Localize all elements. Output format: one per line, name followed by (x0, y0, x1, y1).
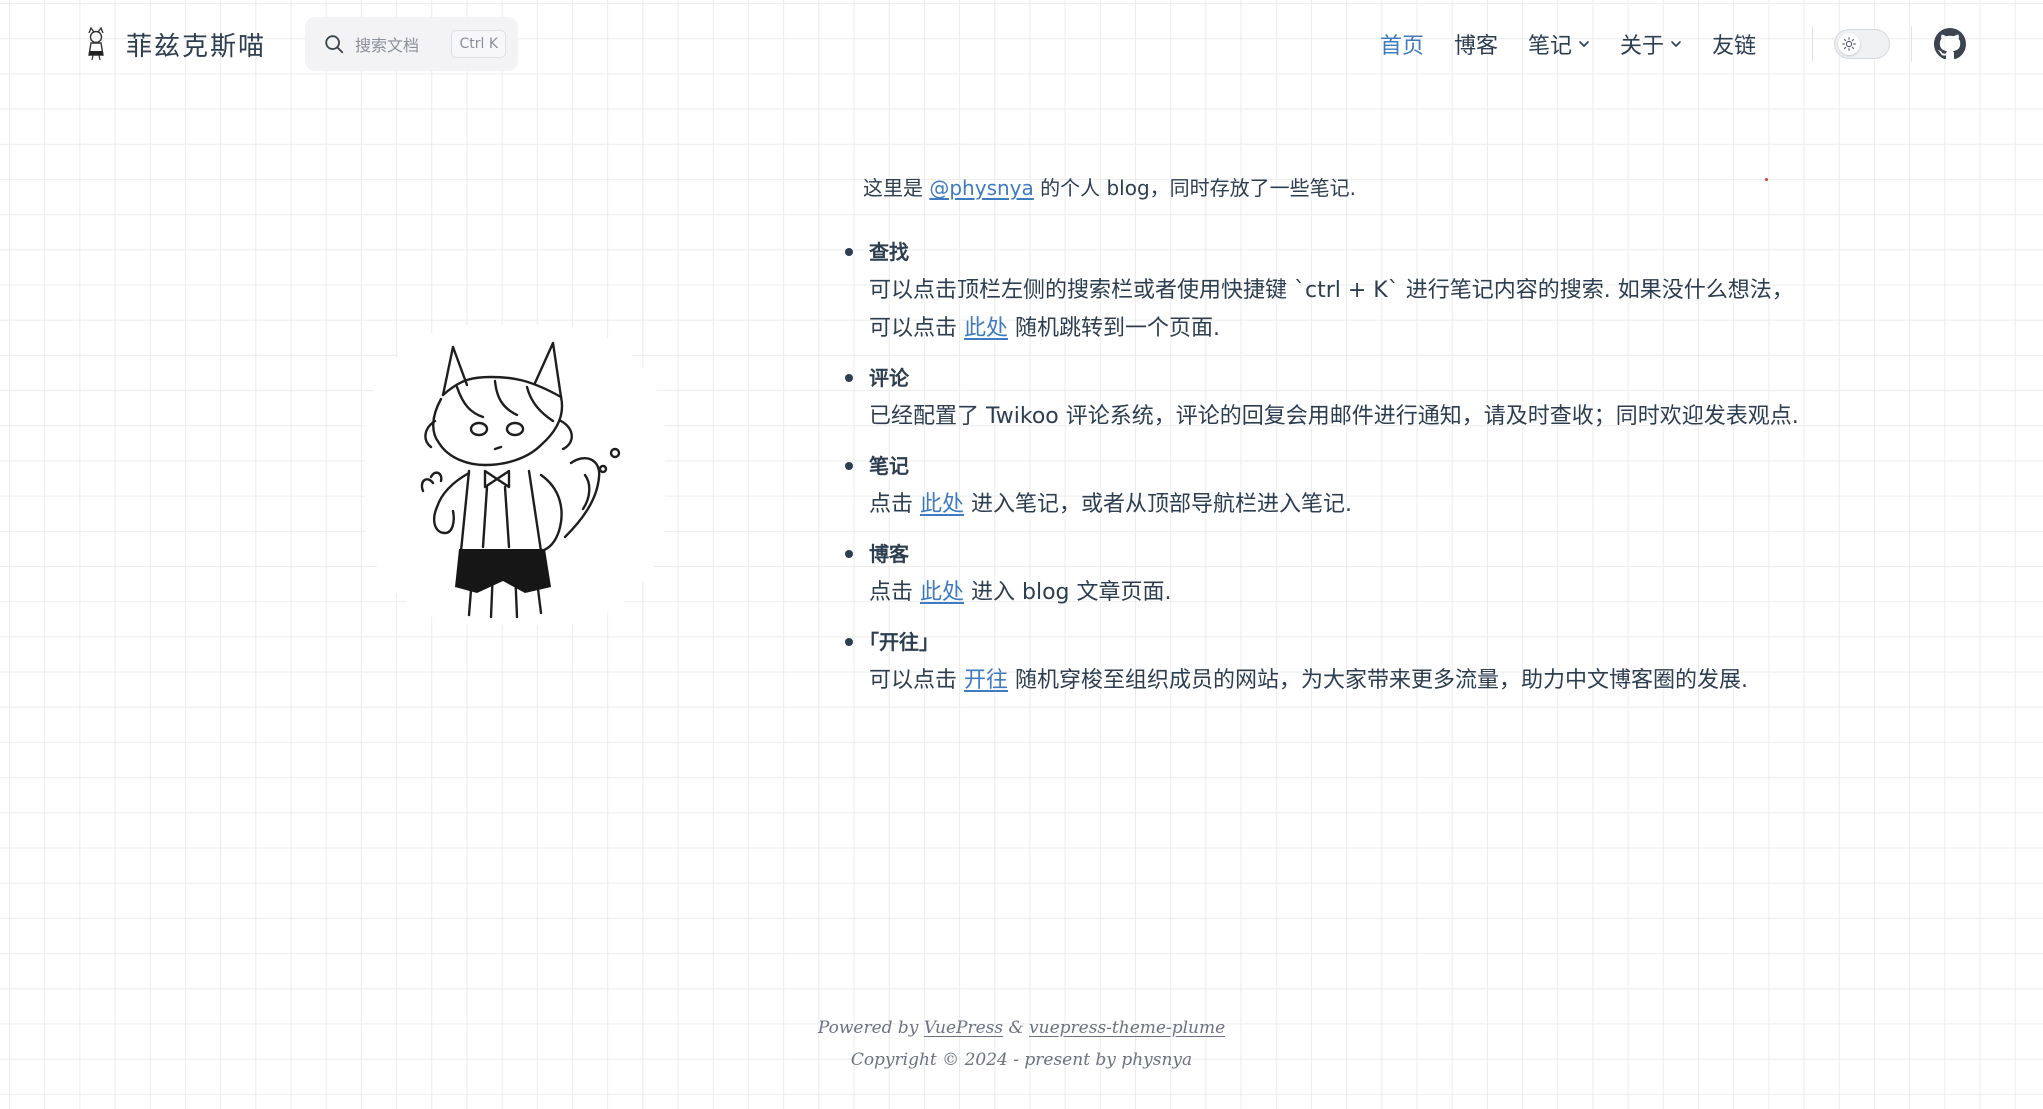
search-button[interactable]: 搜索文档 Ctrl K (305, 17, 518, 71)
feature-item-travellings: ｢开往｣ 可以点击 开往 随机穿梭至组织成员的网站，为大家带来更多流量，助力中文… (837, 622, 1797, 700)
feature-description: 点击 此处 进入笔记，或者从顶部导航栏进入笔记. (869, 486, 1799, 524)
vuepress-link[interactable]: VuePress (924, 1018, 1003, 1038)
nav-divider (1812, 26, 1813, 62)
decorative-dot (1765, 178, 1768, 181)
nav-item-home[interactable]: 首页 (1380, 28, 1424, 60)
nav-item-blog-label: 博客 (1454, 34, 1499, 59)
nav-item-notes-label: 笔记 (1528, 34, 1573, 59)
footer-powered-prefix: Powered by (817, 1018, 924, 1038)
github-link[interactable] (1934, 28, 1966, 60)
theme-toggle-switch[interactable] (1834, 29, 1890, 59)
site-footer: Powered by VuePress & vuepress-theme-plu… (0, 1012, 2043, 1076)
feature-text: 进入笔记，或者从顶部导航栏进入笔记. (964, 492, 1353, 517)
search-icon (325, 35, 344, 54)
nav-item-friends[interactable]: 友链 (1712, 28, 1756, 60)
bullet-dot (845, 462, 853, 470)
feature-list: 查找 可以点击顶栏左侧的搜索栏或者使用快捷键 `ctrl + K` 进行笔记内容… (837, 232, 1799, 700)
hero-avatar (365, 325, 665, 625)
toggle-knob (1838, 33, 1860, 55)
feature-text: 随机跳转到一个页面. (1008, 316, 1221, 341)
chevron-down-icon (1579, 41, 1589, 47)
feature-title: 博客 (869, 542, 909, 566)
nav-divider (1911, 26, 1912, 62)
feature-text: 点击 (869, 492, 920, 517)
bullet-dot (845, 248, 853, 256)
site-brand-link[interactable]: 菲兹克斯喵 (84, 22, 266, 66)
bullet-dot (845, 550, 853, 558)
intro-paragraph: 这里是 @physnya 的个人 blog，同时存放了一些笔记. (863, 164, 1797, 212)
intro-prefix: 这里是 (863, 176, 930, 200)
main-nav: 首页 博客 笔记 关于 友链 (1380, 22, 1786, 66)
feature-text: 可以点击 (869, 668, 964, 693)
feature-description: 可以点击 开往 随机穿梭至组织成员的网站，为大家带来更多流量，助力中文博客圈的发… (869, 662, 1799, 700)
feature-text: 点击 (869, 580, 920, 605)
feature-title: ｢开往｣ (869, 630, 929, 654)
theme-link[interactable]: vuepress-theme-plume (1029, 1018, 1225, 1038)
nav-item-notes-dropdown[interactable]: 笔记 (1528, 28, 1590, 60)
random-page-link[interactable]: 此处 (964, 316, 1008, 341)
site-title: 菲兹克斯喵 (126, 31, 267, 62)
feature-item-comments: 评论 已经配置了 Twikoo 评论系统，评论的回复会用邮件进行通知，请及时查收… (837, 358, 1799, 436)
feature-title: 查找 (869, 240, 909, 264)
nav-item-home-label: 首页 (1380, 34, 1425, 59)
feature-text: 随机穿梭至组织成员的网站，为大家带来更多流量，助力中文博客圈的发展. (1008, 668, 1749, 693)
feature-description: 可以点击顶栏左侧的搜索栏或者使用快捷键 `ctrl + K` 进行笔记内容的搜索… (869, 272, 1799, 348)
home-content: 这里是 @physnya 的个人 blog，同时存放了一些笔记. 查找 可以点击… (837, 164, 1799, 710)
feature-description: 点击 此处 进入 blog 文章页面. (869, 574, 1799, 612)
feature-text: 已经配置了 Twikoo 评论系统，评论的回复会用邮件进行通知，请及时查收；同时… (869, 404, 1799, 429)
feature-title: 笔记 (869, 454, 909, 478)
feature-item-blog: 博客 点击 此处 进入 blog 文章页面. (837, 534, 1797, 612)
footer-ampersand: & (1003, 1018, 1030, 1038)
github-icon (1934, 28, 1966, 60)
nav-item-friends-label: 友链 (1712, 34, 1757, 59)
footer-powered-by: Powered by VuePress & vuepress-theme-plu… (0, 1012, 2043, 1044)
nav-item-about-dropdown[interactable]: 关于 (1620, 28, 1682, 60)
cat-logo-icon (88, 27, 104, 61)
nav-item-about-label: 关于 (1620, 34, 1665, 59)
chevron-down-icon (1671, 41, 1681, 47)
feature-text: 进入 blog 文章页面. (964, 580, 1172, 605)
navbar: 菲兹克斯喵 搜索文档 Ctrl K 首页 博客 笔记 关于 友链 (0, 0, 2043, 88)
feature-item-notes: 笔记 点击 此处 进入笔记，或者从顶部导航栏进入笔记. (837, 446, 1797, 524)
nav-item-blog[interactable]: 博客 (1454, 28, 1498, 60)
feature-item-search: 查找 可以点击顶栏左侧的搜索栏或者使用快捷键 `ctrl + K` 进行笔记内容… (837, 232, 1797, 348)
travellings-link[interactable]: 开往 (964, 668, 1008, 693)
intro-suffix: 的个人 blog，同时存放了一些笔记. (1033, 176, 1357, 200)
footer-copyright: Copyright © 2024 - present by physnya (850, 1050, 1193, 1070)
cat-girl-sketch (420, 341, 621, 619)
author-link[interactable]: @physnya (929, 176, 1033, 200)
search-placeholder: 搜索文档 (355, 36, 420, 55)
sun-icon (1842, 37, 1856, 51)
feature-title: 评论 (869, 366, 909, 390)
feature-description: 已经配置了 Twikoo 评论系统，评论的回复会用邮件进行通知，请及时查收；同时… (869, 398, 1799, 436)
blog-link[interactable]: 此处 (920, 580, 964, 605)
notes-link[interactable]: 此处 (920, 492, 964, 517)
bullet-dot (845, 374, 853, 382)
bullet-dot (845, 638, 853, 646)
search-shortcut-key: Ctrl K (451, 30, 506, 58)
